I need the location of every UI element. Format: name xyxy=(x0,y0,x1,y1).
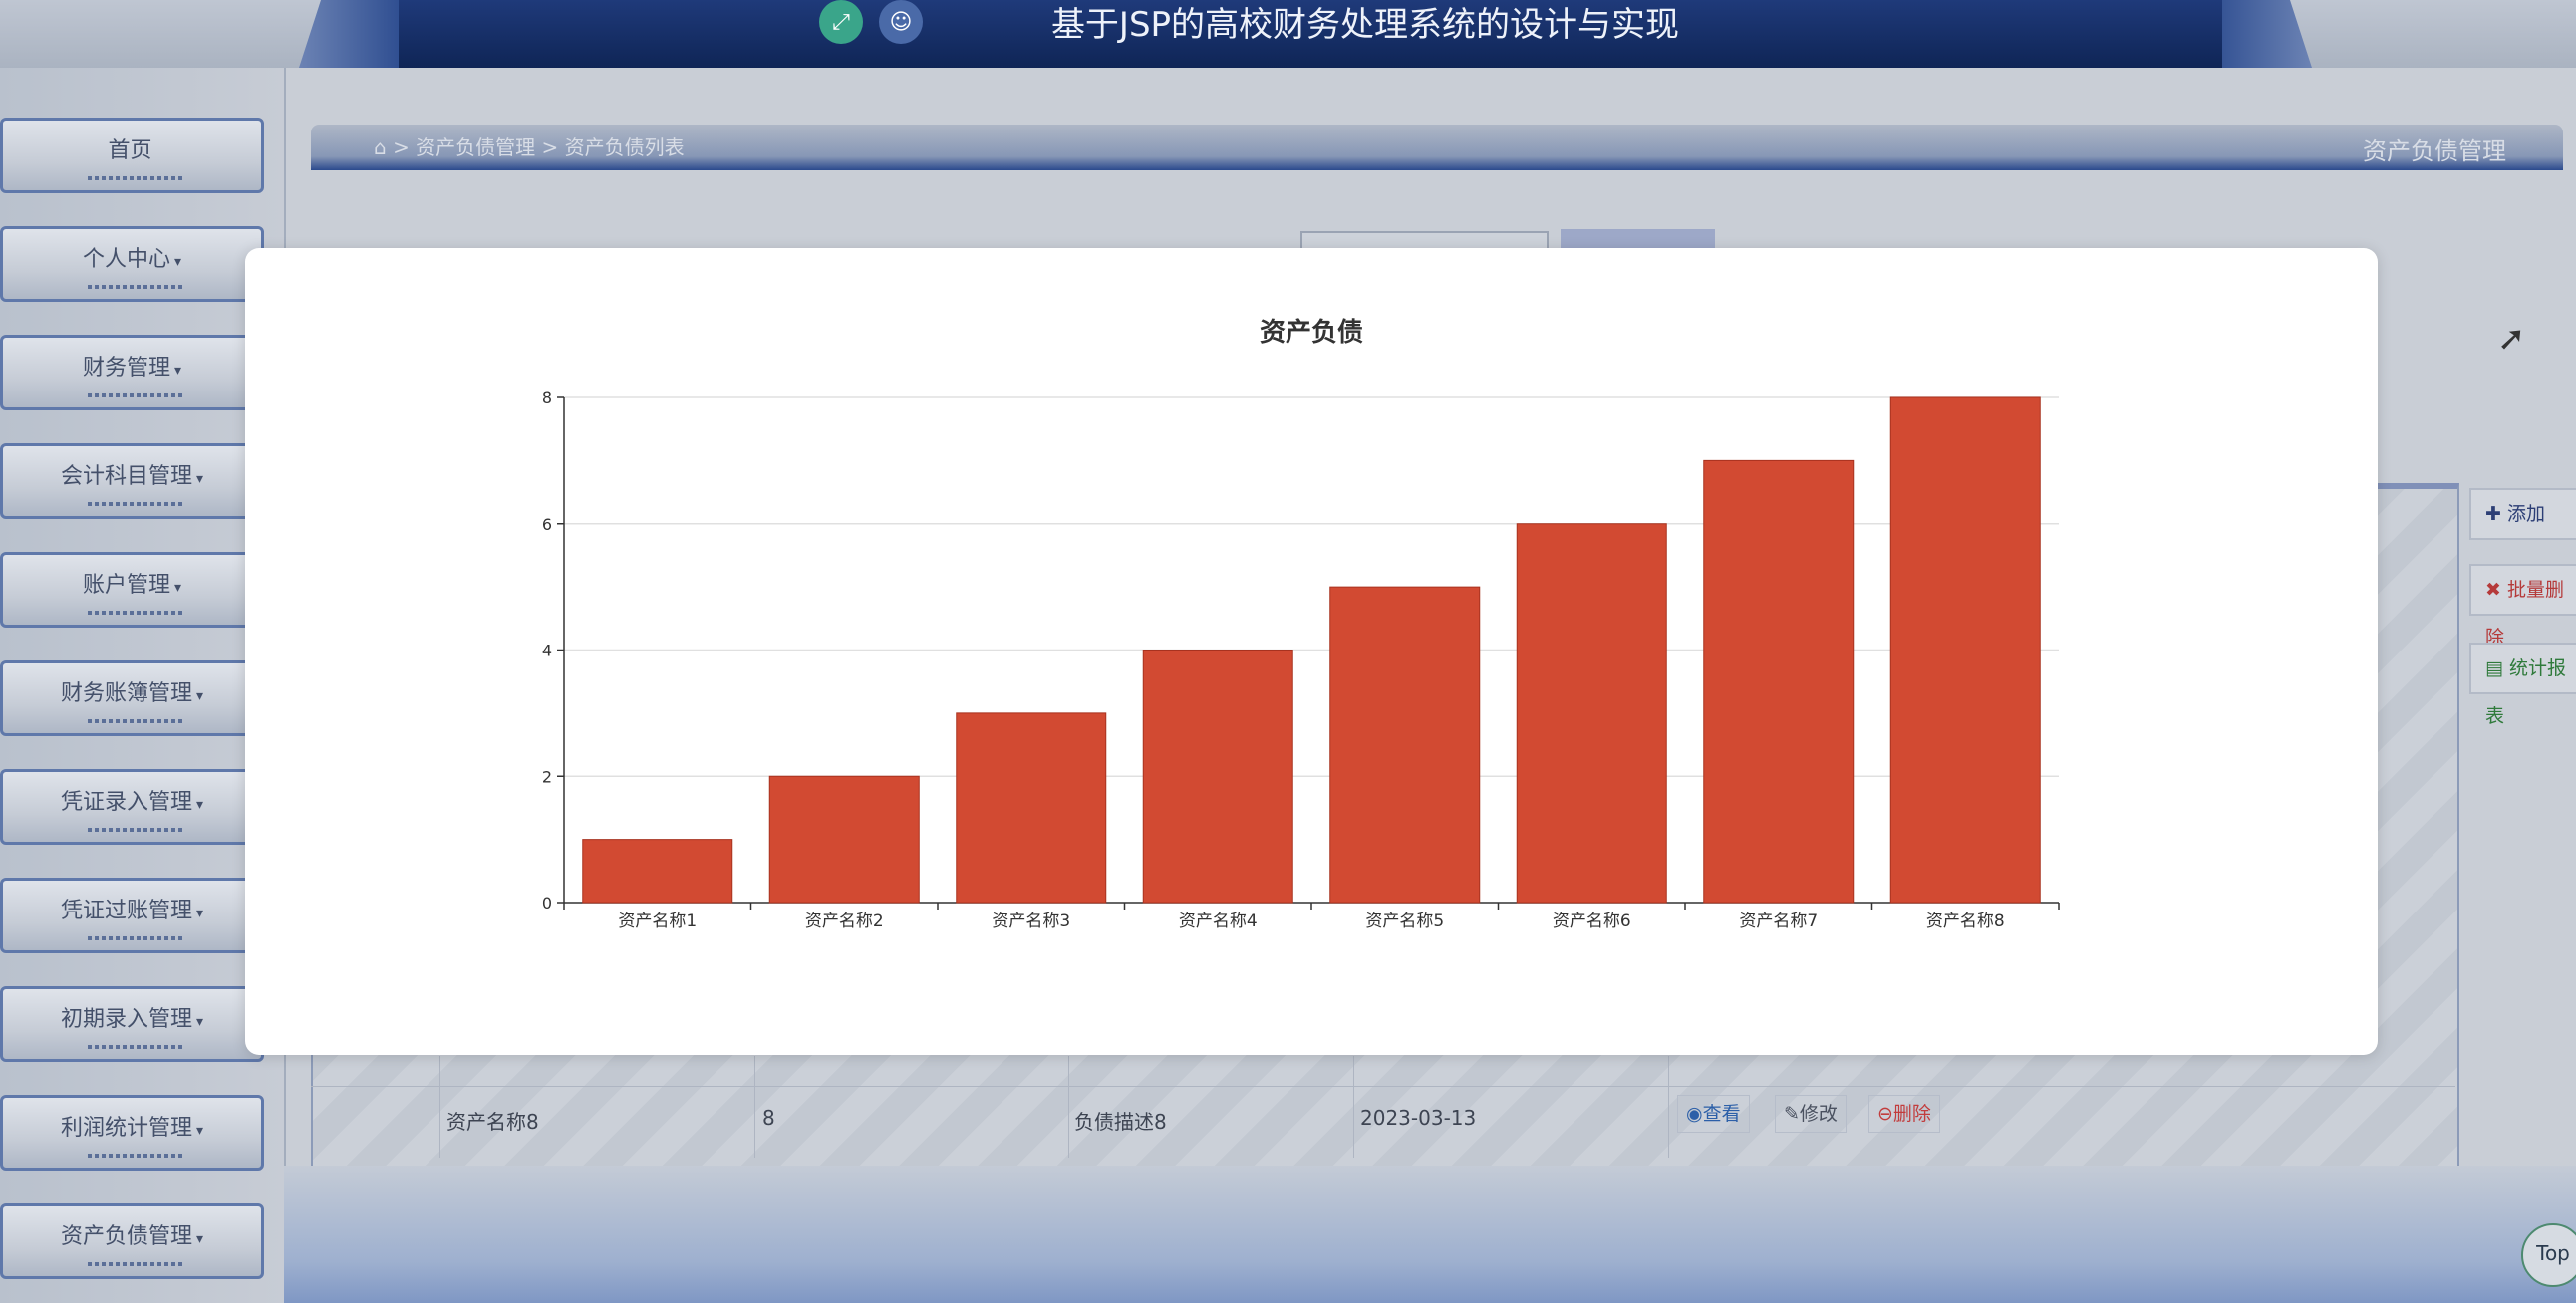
bar-3 xyxy=(956,712,1107,904)
column-divider xyxy=(439,1056,440,1158)
chevron-down-icon: ▾ xyxy=(195,1014,204,1030)
background-image xyxy=(284,1166,2576,1303)
chevron-down-icon: ▾ xyxy=(195,797,204,813)
sidebar-item-4[interactable]: 账户管理 ▾ xyxy=(0,552,264,628)
bar-chart: 0 2 4 6 8 资产名称1 资产名称2 资产名称3 资产名称4 资产名称5 资产名称6 资产名称7… xyxy=(542,389,2060,931)
chevron-down-icon: ▾ xyxy=(173,363,182,379)
sidebar-item-7[interactable]: 凭证过账管理 ▾ xyxy=(0,878,264,953)
y-tick-label: 6 xyxy=(542,515,552,534)
sidebar-item-5[interactable]: 财务账簿管理 ▾ xyxy=(0,660,264,736)
x-tick-label: 资产名称1 xyxy=(618,912,697,931)
sidebar-item-2[interactable]: 财务管理 ▾ xyxy=(0,335,264,410)
bar-4 xyxy=(1142,650,1293,904)
sidebar-item-8[interactable]: 初期录入管理 ▾ xyxy=(0,986,264,1062)
edit-button[interactable]: ✎修改 xyxy=(1775,1095,1847,1133)
sidebar-item-label: 账户管理 xyxy=(82,573,170,598)
sidebar-item-3[interactable]: 会计科目管理 ▾ xyxy=(0,443,264,519)
column-divider xyxy=(1668,1056,1669,1158)
chevron-down-icon: ▾ xyxy=(195,1123,204,1139)
cell-date: 2023-03-13 xyxy=(1360,1106,1477,1130)
x-tick-label: 资产名称5 xyxy=(1365,912,1444,931)
chevron-down-icon: ▾ xyxy=(173,580,182,596)
cell-desc: 负债描述8 xyxy=(1074,1110,1167,1134)
sidebar-item-label: 利润统计管理 xyxy=(60,1116,192,1141)
add-button[interactable]: ✚ 添加 xyxy=(2469,488,2576,540)
delete-button[interactable]: ⊖删除 xyxy=(1868,1095,1940,1133)
sidebar-item-label: 首页 xyxy=(108,138,152,163)
sidebar-item-1[interactable]: 个人中心 ▾ xyxy=(0,226,264,302)
sidebar-item-label: 财务管理 xyxy=(82,356,170,381)
x-tick-label: 资产名称3 xyxy=(992,912,1070,931)
x-tick-label: 资产名称4 xyxy=(1179,912,1258,931)
x-tick-label: 资产名称7 xyxy=(1739,912,1818,931)
chevron-down-icon: ▾ xyxy=(195,906,204,921)
y-tick-label: 0 xyxy=(542,894,552,912)
cell-name: 资产名称8 xyxy=(446,1110,539,1134)
sidebar-item-label: 凭证录入管理 xyxy=(60,790,192,815)
sidebar-item-0[interactable]: 首页 xyxy=(0,118,264,193)
breadcrumb: ⌂ > 资产负债管理 > 资产负债列表 xyxy=(374,131,685,160)
bar-5 xyxy=(1329,586,1481,904)
sidebar-item-label: 个人中心 xyxy=(82,247,170,272)
sidebar-item-10[interactable]: 资产负债管理 ▾ xyxy=(0,1203,264,1279)
chevron-down-icon: ▾ xyxy=(195,471,204,487)
y-tick-label: 2 xyxy=(542,767,552,786)
sidebar-item-6[interactable]: 凭证录入管理 ▾ xyxy=(0,769,264,845)
chevron-down-icon: ▾ xyxy=(195,688,204,704)
sidebar-item-label: 财务账簿管理 xyxy=(60,681,192,706)
stats-report-button[interactable]: ▤ 统计报表 xyxy=(2469,643,2576,727)
chart-modal: 资产负债 0 2 4 6 8 资产名称1 资产名称2 资产名称3 资产名称4 资产名称5 资产名称6… xyxy=(245,248,2378,1055)
mouse-cursor-icon: ➚ xyxy=(2497,319,2526,359)
back-to-top-button[interactable]: Top xyxy=(2521,1223,2576,1287)
x-tick-label: 资产名称8 xyxy=(1926,912,2005,931)
bar-2 xyxy=(768,775,920,904)
x-tick-label: 资产名称2 xyxy=(805,912,884,931)
y-tick-label: 4 xyxy=(542,642,552,660)
fullscreen-icon[interactable]: ⤢ xyxy=(819,0,863,44)
section-title: 资产负债管理 xyxy=(2363,137,2506,165)
home-icon[interactable]: ⌂ xyxy=(374,135,387,159)
bar-8 xyxy=(1889,396,2041,904)
bar-6 xyxy=(1516,523,1667,904)
bar-1 xyxy=(582,839,733,904)
chevron-down-icon: ▾ xyxy=(195,1231,204,1247)
app-title: 基于JSP的高校财务处理系统的设计与实现 xyxy=(1050,5,1680,45)
breadcrumb-path[interactable]: > 资产负债管理 > 资产负债列表 xyxy=(393,135,685,159)
column-divider xyxy=(1068,1056,1069,1158)
sidebar-item-label: 初期录入管理 xyxy=(60,1007,192,1032)
column-divider xyxy=(1353,1056,1354,1158)
y-tick-label: 8 xyxy=(542,389,552,407)
sidebar-item-label: 凭证过账管理 xyxy=(60,899,192,923)
x-tick-label: 资产名称6 xyxy=(1553,912,1631,931)
sidebar-item-label: 会计科目管理 xyxy=(60,464,192,489)
sidebar-item-label: 资产负债管理 xyxy=(60,1224,192,1249)
view-button[interactable]: ◉查看 xyxy=(1677,1095,1750,1133)
column-divider xyxy=(754,1056,755,1158)
bar-7 xyxy=(1703,459,1855,904)
batch-delete-button[interactable]: ✖ 批量删除 xyxy=(2469,564,2576,649)
chevron-down-icon: ▾ xyxy=(173,254,182,270)
sidebar-item-9[interactable]: 利润统计管理 ▾ xyxy=(0,1095,264,1171)
cell-value: 8 xyxy=(762,1106,775,1130)
